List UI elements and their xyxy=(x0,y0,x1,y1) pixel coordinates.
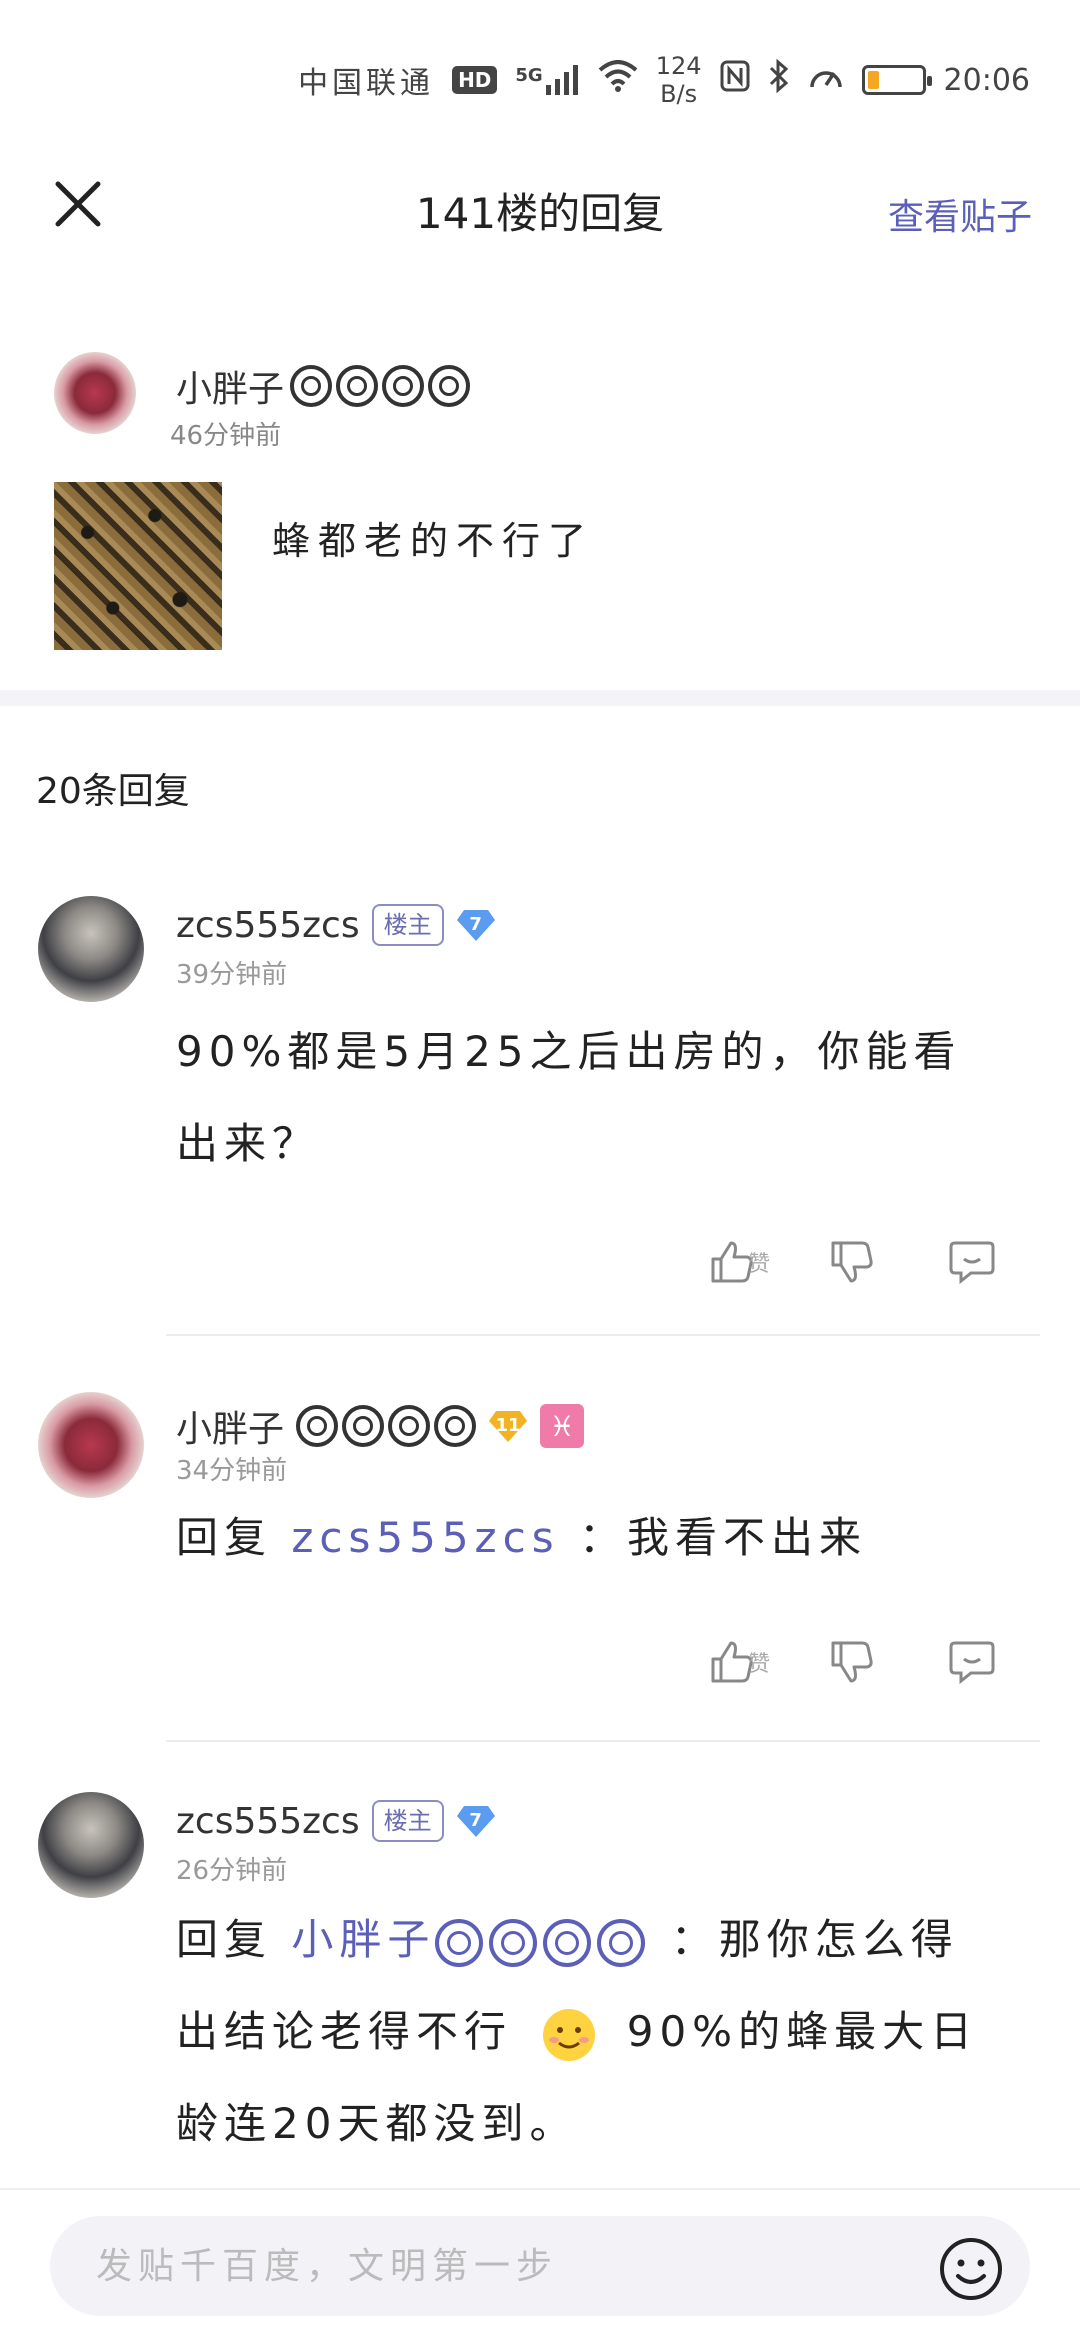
bottom-bar xyxy=(0,2188,1080,2340)
reply-timestamp: 39分钟前 xyxy=(176,960,288,990)
level-badge: 7 xyxy=(456,908,496,942)
reply-item: zcs555zcs 楼主 7 39分钟前 90%都是5月25之后出房的，你能看出… xyxy=(0,896,1080,1336)
speedometer-icon xyxy=(808,61,844,99)
emoji-button[interactable] xyxy=(938,2236,1004,2302)
level-number: 7 xyxy=(469,914,482,935)
signal-icon: 5G xyxy=(515,65,579,95)
reply-prefix: 回复 xyxy=(176,1915,273,1964)
reply-author-name[interactable]: zcs555zcs xyxy=(176,905,360,946)
reply-text: 回复 小胖子 ：那你怎么得出结论老得不行 90%的蜂最大日龄连20天都没到。 xyxy=(176,1894,1006,2170)
reply-author-row: zcs555zcs 楼主 7 xyxy=(176,904,496,946)
ring-icon xyxy=(489,1918,538,1967)
owner-badge: 楼主 xyxy=(371,904,444,946)
ring-icon xyxy=(428,365,471,407)
op-author-row: 小胖子 xyxy=(176,360,471,412)
wifi-icon xyxy=(598,60,638,100)
reply-text: 回复 zcs555zcs ：我看不出来 xyxy=(176,1492,1006,1584)
reply-item: zcs555zcs 楼主 7 26分钟前 回复 小胖子 ：那你怎么得出结论老得不… xyxy=(0,1792,1080,2188)
comment-button[interactable] xyxy=(912,1232,1032,1292)
reply-text: 90%都是5月25之后出房的，你能看出来？ xyxy=(176,1027,962,1168)
op-timestamp: 46分钟前 xyxy=(170,421,282,451)
section-divider xyxy=(0,690,1080,706)
battery-icon xyxy=(861,65,932,95)
ring-icon xyxy=(597,1918,646,1967)
mention-link[interactable]: 小胖子 xyxy=(291,1915,651,1967)
net-speed-value: 124 xyxy=(655,52,702,80)
thumbs-down-icon xyxy=(831,1241,873,1283)
reply-prefix: 回复 xyxy=(176,1513,273,1562)
comment-input[interactable] xyxy=(50,2216,1030,2316)
row-divider xyxy=(166,1334,1040,1336)
comment-icon xyxy=(949,1241,995,1285)
dislike-button[interactable] xyxy=(792,1232,912,1292)
ring-icon xyxy=(434,1405,477,1447)
network-type: 5G xyxy=(515,65,543,86)
clock: 20:06 xyxy=(943,62,1030,98)
op-text: 蜂都老的不行了 xyxy=(272,519,595,563)
bluetooth-icon xyxy=(768,58,790,101)
reply-actions: 赞 xyxy=(672,1632,1032,1692)
mention-name: 小胖子 xyxy=(291,1915,436,1964)
reply-author-name[interactable]: zcs555zcs xyxy=(176,1801,360,1842)
pisces-icon: ♓ xyxy=(540,1404,585,1448)
net-speed: 124 B/s xyxy=(656,52,702,108)
ring-icon xyxy=(382,365,425,407)
reply-count: 20条回复 xyxy=(36,771,190,812)
ring-icon xyxy=(336,365,379,407)
like-button[interactable]: 赞 xyxy=(672,1232,792,1292)
battery-fill xyxy=(867,71,879,89)
post-image[interactable] xyxy=(54,482,222,650)
mention-link[interactable]: zcs555zcs xyxy=(291,1513,559,1562)
smile-emoji-icon xyxy=(543,2008,596,2061)
avatar[interactable] xyxy=(38,1792,144,1898)
level-number: 11 xyxy=(495,1415,521,1436)
reply-timestamp: 26分钟前 xyxy=(176,1856,288,1886)
ring-icon xyxy=(435,1918,484,1967)
reply-author-row: 小胖子 11 ♓ xyxy=(176,1400,585,1452)
like-label: 赞 xyxy=(748,1252,771,1277)
comment-icon xyxy=(949,1641,995,1685)
level-number: 7 xyxy=(469,1810,482,1831)
ring-icon xyxy=(543,1918,592,1967)
avatar[interactable] xyxy=(54,352,136,434)
ring-icon xyxy=(388,1405,431,1447)
reply-item: 小胖子 11 ♓ 34分钟前 回复 zcs555zcs ：我看不出来 赞 xyxy=(0,1392,1080,1742)
carrier-name: 中国联通 xyxy=(298,66,435,101)
avatar[interactable] xyxy=(38,1392,144,1498)
hd-icon: HD xyxy=(452,66,498,94)
op-author-name[interactable]: 小胖子 xyxy=(176,360,284,412)
reply-body-text: ：我看不出来 xyxy=(578,1513,867,1562)
view-post-link[interactable]: 查看贴子 xyxy=(888,188,1032,240)
owner-badge: 楼主 xyxy=(371,1800,444,1842)
ring-icons xyxy=(296,1405,477,1447)
thumbs-down-icon xyxy=(831,1641,873,1683)
status-icons: 中国联通 HD 5G 124 B/s 20:06 xyxy=(298,52,1030,108)
comment-button[interactable] xyxy=(912,1632,1032,1692)
ring-icons xyxy=(290,365,471,407)
smiley-icon xyxy=(940,2238,1002,2300)
level-badge: 7 xyxy=(456,1804,496,1838)
ring-icon xyxy=(296,1405,339,1447)
avatar[interactable] xyxy=(38,896,144,1002)
reply-author-name[interactable]: 小胖子 xyxy=(176,1400,284,1452)
ring-icon xyxy=(290,365,333,407)
ring-icon xyxy=(342,1405,385,1447)
header: 141楼的回复 查看贴子 xyxy=(0,140,1080,270)
like-label: 赞 xyxy=(748,1652,771,1677)
status-bar: 中国联通 HD 5G 124 B/s 20:06 xyxy=(0,0,1080,140)
nfc-icon xyxy=(720,60,750,100)
reply-timestamp: 34分钟前 xyxy=(176,1456,288,1486)
level-badge: 11 xyxy=(488,1409,528,1443)
net-speed-unit: B/s xyxy=(660,80,698,108)
like-button[interactable]: 赞 xyxy=(672,1632,792,1692)
row-divider xyxy=(166,1740,1040,1742)
dislike-button[interactable] xyxy=(792,1632,912,1692)
reply-author-row: zcs555zcs 楼主 7 xyxy=(176,1800,496,1842)
original-post: 小胖子 46分钟前 蜂都老的不行了 xyxy=(0,320,1080,690)
reply-actions: 赞 xyxy=(672,1232,1032,1292)
